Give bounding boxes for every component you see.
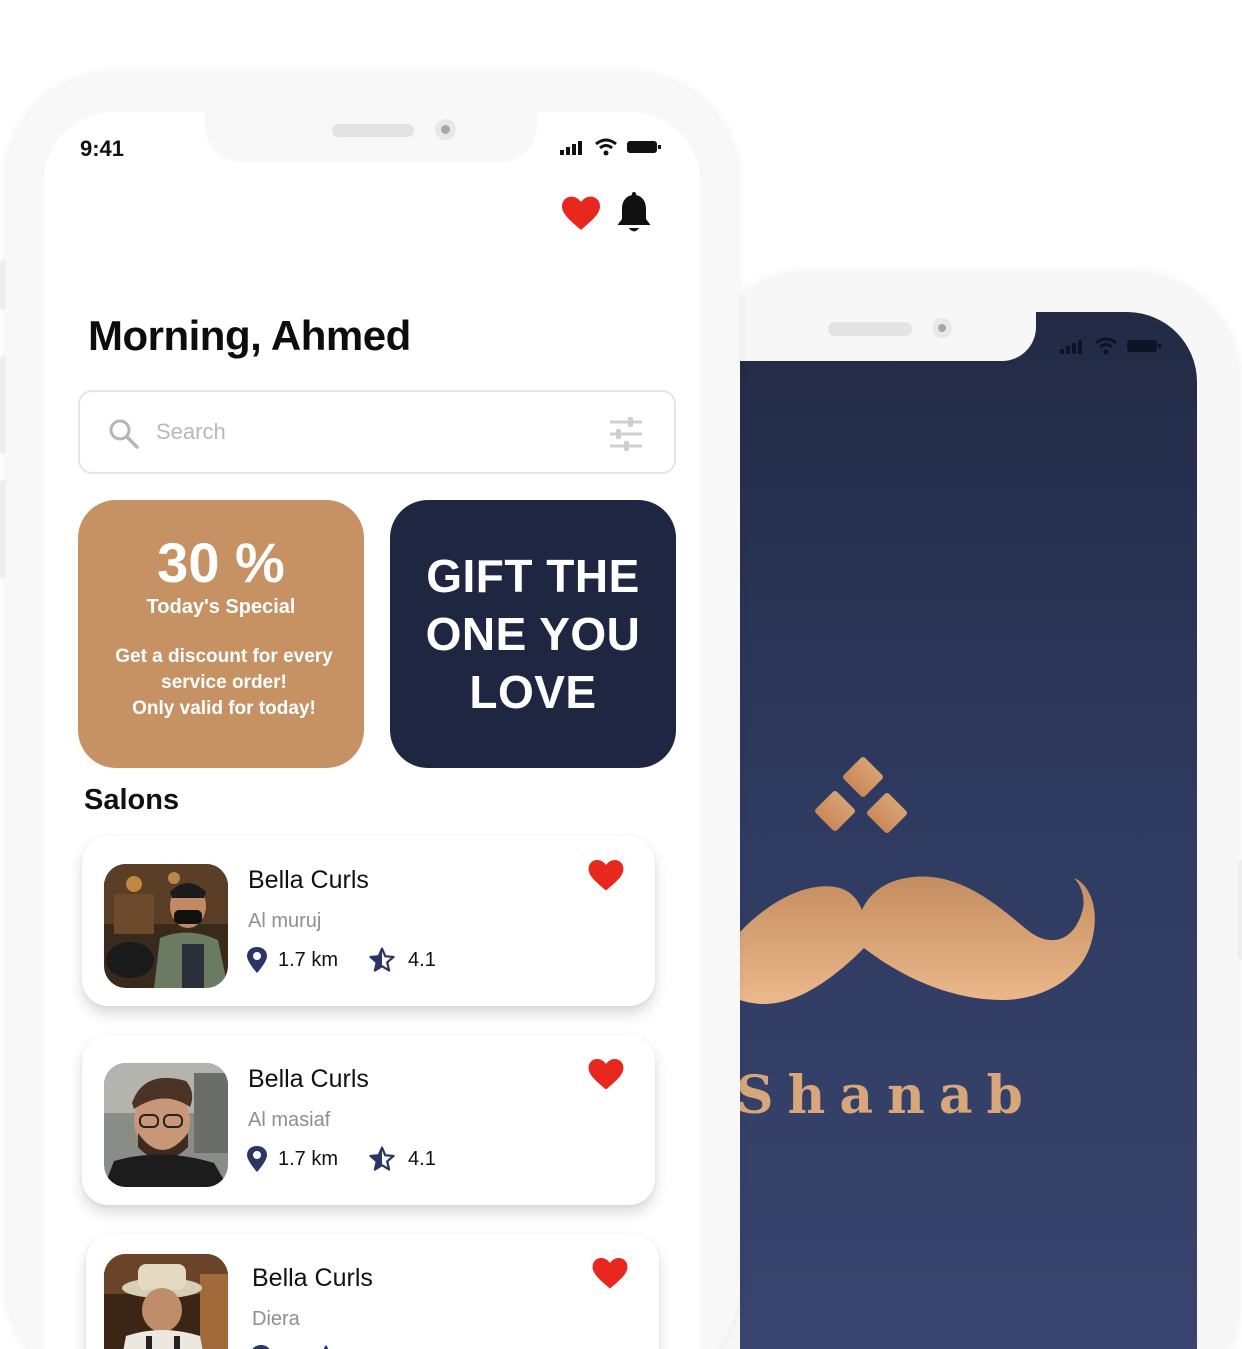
home-notch bbox=[205, 112, 537, 162]
promo-description-line: Get a discount for every bbox=[115, 646, 333, 667]
battery-icon bbox=[627, 141, 661, 153]
search-input[interactable] bbox=[156, 414, 576, 450]
signal-icon bbox=[560, 141, 582, 155]
salon-card[interactable]: Bella Curls Al muruj 1.7 km 4.1 bbox=[82, 836, 655, 1006]
gift-promo-text: GIFT THE ONE YOU LOVE bbox=[426, 547, 641, 721]
gift-line: GIFT THE bbox=[426, 550, 640, 602]
search-bar[interactable] bbox=[78, 390, 676, 474]
promo-description-line: service order! bbox=[161, 672, 287, 693]
salon-name: Bella Curls bbox=[248, 1065, 369, 1093]
salon-distance: 1.7 km bbox=[278, 1147, 339, 1170]
salon-meta bbox=[250, 1344, 352, 1349]
speaker-grille bbox=[332, 124, 414, 137]
camera-lens bbox=[932, 318, 952, 338]
speaker-grille bbox=[828, 322, 912, 336]
status-time: 9:41 bbox=[80, 136, 125, 161]
side-button bbox=[0, 480, 6, 578]
star-icon bbox=[323, 1345, 329, 1349]
bell-icon[interactable] bbox=[616, 192, 652, 234]
logo-mustache-icon bbox=[740, 876, 1095, 1004]
salon-photo bbox=[104, 1063, 228, 1187]
promo-percent: 30 % bbox=[157, 531, 285, 594]
salon-meta: 1.7 km 4.1 bbox=[246, 1145, 436, 1173]
pin-icon bbox=[252, 1345, 270, 1349]
battery-icon bbox=[1127, 340, 1161, 352]
promo-description-line: Only valid for today! bbox=[132, 698, 316, 719]
promo-subtitle: Today's Special bbox=[146, 596, 296, 618]
salon-card[interactable]: Bella Curls Diera bbox=[86, 1234, 659, 1349]
discount-promo-card[interactable]: 30 % Today's Special Get a discount for … bbox=[78, 500, 364, 768]
camera-lens bbox=[435, 119, 456, 140]
pin-icon bbox=[247, 1146, 267, 1172]
side-button bbox=[0, 260, 6, 310]
signal-icon bbox=[1060, 340, 1082, 354]
side-button bbox=[1238, 860, 1242, 960]
salon-card[interactable]: Bella Curls Al masiaf 1.7 km 4.1 bbox=[82, 1035, 655, 1205]
star-icon bbox=[369, 947, 395, 972]
salon-name: Bella Curls bbox=[252, 1264, 373, 1292]
side-button bbox=[0, 356, 6, 454]
salon-rating: 4.1 bbox=[408, 948, 436, 971]
heart-icon[interactable] bbox=[562, 196, 600, 232]
sliders-icon[interactable] bbox=[608, 416, 644, 452]
salon-meta: 1.7 km 4.1 bbox=[246, 946, 436, 974]
gift-promo-card[interactable]: GIFT THE ONE YOU LOVE bbox=[390, 500, 676, 768]
logo-diamonds-icon bbox=[815, 757, 907, 833]
salon-rating: 4.1 bbox=[408, 1147, 436, 1170]
salon-area: Diera bbox=[252, 1308, 300, 1330]
pin-icon bbox=[247, 947, 267, 973]
wifi-icon bbox=[1095, 337, 1117, 355]
salon-name: Bella Curls bbox=[248, 866, 369, 894]
splash-status-icons bbox=[1060, 337, 1162, 355]
heart-icon[interactable] bbox=[592, 1258, 628, 1290]
brand-wordmark: Shanab bbox=[736, 1065, 1037, 1126]
status-icons bbox=[560, 138, 662, 156]
salon-area: Al masiaf bbox=[248, 1109, 331, 1131]
heart-icon[interactable] bbox=[588, 860, 624, 892]
salon-photo bbox=[104, 864, 228, 988]
gift-line: LOVE bbox=[469, 666, 597, 718]
heart-icon[interactable] bbox=[588, 1059, 624, 1091]
salon-distance: 1.7 km bbox=[278, 948, 339, 971]
salon-photo bbox=[104, 1254, 228, 1349]
salons-section-title: Salons bbox=[84, 784, 180, 816]
wifi-icon bbox=[595, 138, 617, 156]
search-icon bbox=[109, 419, 139, 449]
gift-line: ONE YOU bbox=[425, 608, 641, 660]
promo-description: Get a discount for every service order! … bbox=[92, 644, 356, 722]
salon-area: Al muruj bbox=[248, 910, 322, 932]
greeting-heading: Morning, Ahmed bbox=[88, 312, 411, 359]
star-icon bbox=[369, 1146, 395, 1171]
